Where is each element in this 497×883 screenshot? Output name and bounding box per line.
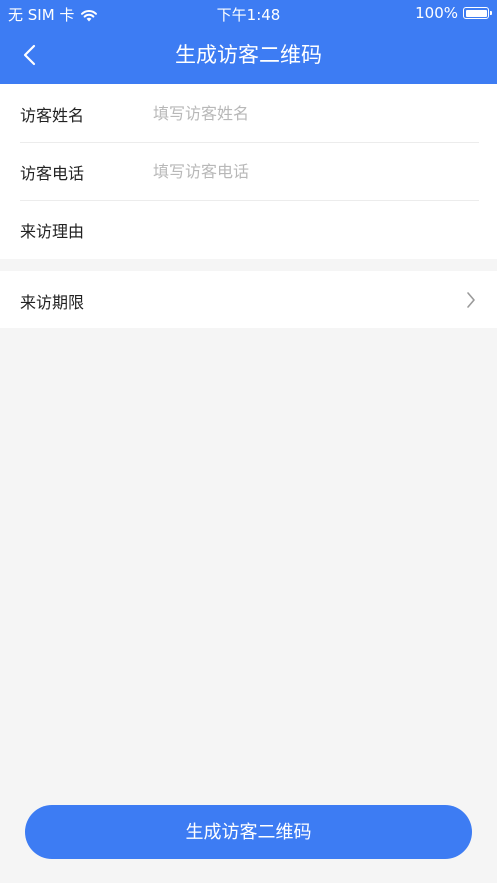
visit-reason-label: 来访理由 [20,222,85,241]
chevron-right-icon [465,290,477,310]
battery-text: 100% [415,4,458,22]
battery-icon [463,7,492,19]
visitor-phone-input[interactable] [153,156,453,186]
page-title: 生成访客二维码 [175,43,322,67]
status-right: 100% [415,4,492,22]
visitor-form: 访客姓名 访客电话 来访理由 [0,84,497,259]
status-bar: 无 SIM 卡 下午1:48 100% [0,0,497,26]
visitor-phone-row: 访客电话 [20,142,479,200]
visitor-name-input[interactable] [153,98,453,128]
header: 无 SIM 卡 下午1:48 100% 生成访客二维码 [0,0,497,84]
visitor-phone-label: 访客电话 [20,164,85,183]
generate-qr-button[interactable]: 生成访客二维码 [25,805,472,859]
visit-reason-input[interactable] [153,214,453,244]
visit-period-label: 来访期限 [20,293,85,312]
visitor-name-label: 访客姓名 [20,106,85,125]
nav-bar: 生成访客二维码 [0,26,497,84]
visit-reason-row: 来访理由 [20,200,479,258]
visit-period-selector[interactable]: 来访期限 [0,271,497,328]
visitor-name-row: 访客姓名 [20,84,479,142]
